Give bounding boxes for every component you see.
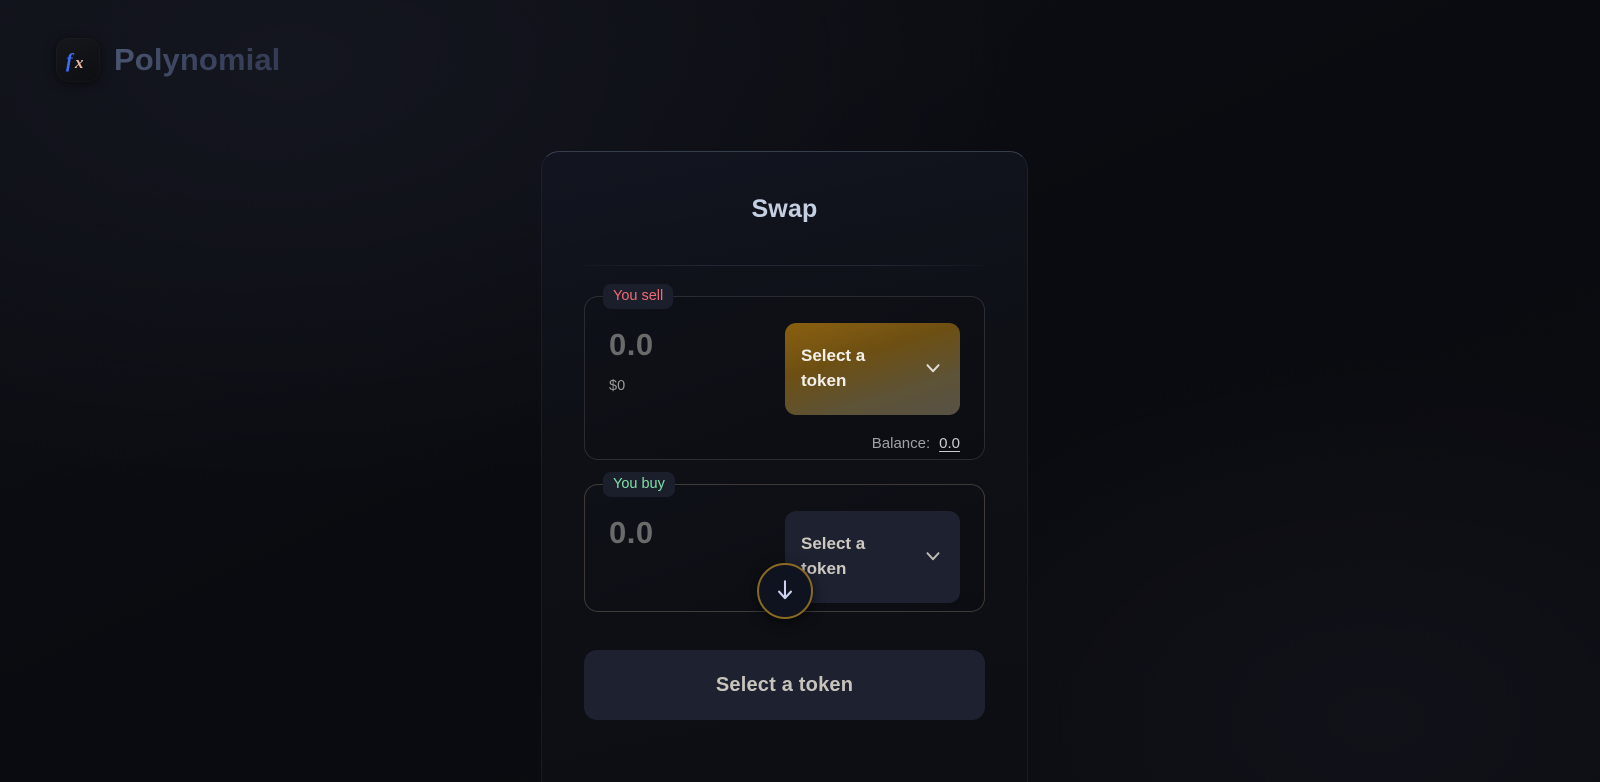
swap-direction-button[interactable] [756,563,813,619]
chevron-down-icon [922,357,944,382]
balance-label: Balance: [871,435,931,452]
balance-value[interactable]: 0.0 [939,435,960,452]
swap-card: Swap You sell 0.0 $0 Select a token Bala… [541,151,1028,782]
buy-amount-block: 0.0 [609,511,654,550]
sell-token-select-label: Select a token [801,346,866,390]
buy-token-select-label: Select a token [801,534,866,578]
token-panels: You sell 0.0 $0 Select a token Balance: … [584,284,985,619]
sell-panel-row: 0.0 $0 Select a token [609,323,960,415]
chevron-down-icon [922,545,944,570]
brand-logo[interactable]: f x Polynomial [56,38,280,82]
svg-text:f: f [66,50,75,72]
arrow-down-icon [772,577,798,606]
buy-amount-input[interactable]: 0.0 [609,516,654,550]
sell-balance-row: Balance: 0.0 [609,435,960,452]
sell-fiat-value: $0 [609,377,626,394]
page-title: Swap [751,195,818,223]
card-divider [584,265,985,266]
sell-token-select-button[interactable]: Select a token [785,323,960,415]
primary-action-button[interactable]: Select a token [584,650,985,720]
sell-panel: You sell 0.0 $0 Select a token Balance: … [584,284,985,460]
fx-logo-icon: f x [56,38,100,82]
brand-name: Polynomial [114,42,281,77]
sell-amount-input[interactable]: 0.0 [609,328,654,362]
buy-panel-legend: You buy [603,472,675,498]
sell-panel-legend: You sell [603,284,674,310]
sell-amount-block: 0.0 $0 [609,323,654,394]
svg-text:x: x [74,53,84,72]
